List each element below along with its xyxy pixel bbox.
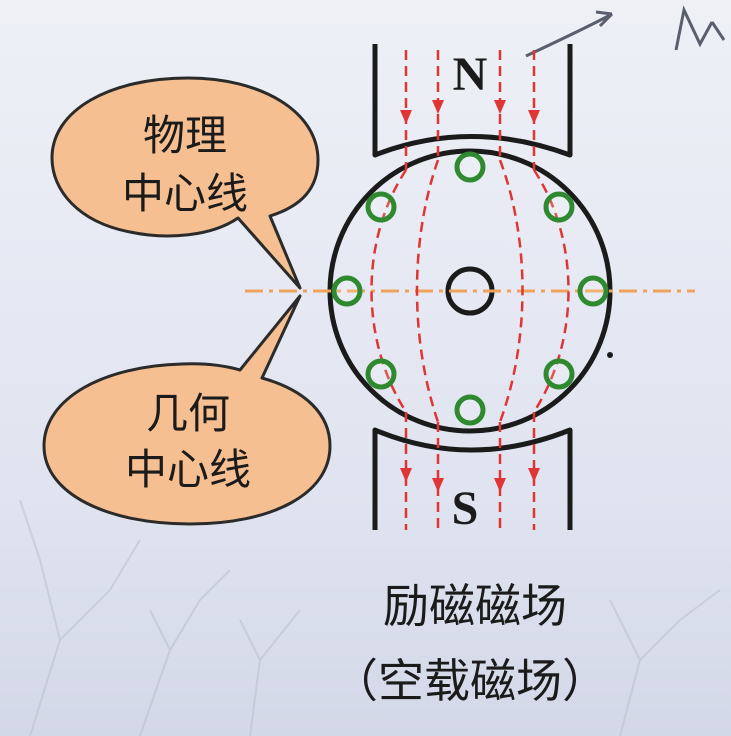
conductor-right: [577, 275, 609, 307]
conductor-top-left: [365, 191, 397, 223]
arrow-6: [432, 478, 444, 492]
arrow-7: [494, 478, 506, 492]
conductor-bottom-right: [543, 358, 575, 390]
arrow-4: [528, 110, 540, 124]
field-lines: [370, 50, 570, 530]
conductor-left: [331, 275, 363, 307]
conductor-top-right: [543, 191, 575, 223]
bubble-physical-line2: 中心线: [122, 169, 248, 218]
arrow-5: [400, 468, 412, 482]
caption-line1: 励磁磁场: [383, 579, 567, 633]
arrow-3: [494, 100, 506, 114]
pole-label-north: N: [453, 48, 488, 101]
bubble-geometric-line1: 几何: [146, 389, 230, 438]
caption-line2: （空载磁场）: [332, 654, 608, 708]
conductor-bottom: [454, 394, 486, 426]
armature-field-diagram: N S 物理 中心线 几何 中心线 励磁磁场 （空载磁场）: [19, 5, 726, 736]
bubble-geometric-line2: 中心线: [125, 445, 251, 494]
pole-label-south: S: [452, 482, 479, 535]
bubble-geometric-neutral: 几何 中心线: [42, 294, 332, 526]
arrow-8: [528, 468, 540, 482]
handwritten-annotation: [525, 5, 726, 58]
bubble-physical-line1: 物理: [143, 111, 227, 160]
dot-marker: [607, 352, 613, 358]
armature-conductors: [331, 151, 609, 426]
conductor-bottom-left: [365, 358, 397, 390]
arrow-2: [432, 100, 444, 114]
bubble-physical-neutral: 物理 中心线: [50, 76, 320, 290]
conductor-top: [454, 151, 486, 183]
arrow-1: [400, 110, 412, 124]
